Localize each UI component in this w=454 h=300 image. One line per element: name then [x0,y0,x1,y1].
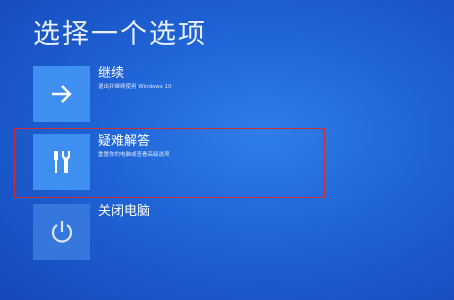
power-off-label: 关闭电脑 [98,204,151,219]
power-icon [51,221,72,243]
power-off-option[interactable]: 关闭电脑 [33,204,313,260]
arrow-right-icon [51,85,72,103]
power-off-tile[interactable] [33,204,90,260]
continue-description: 退出并继续使用 Windows 10 [98,84,172,90]
highlight-frame [14,128,325,198]
continue-label: 继续 [98,66,125,81]
page-title: 选择一个选项 [33,19,207,50]
continue-tile[interactable] [33,66,90,122]
continue-option[interactable]: 继续 退出并继续使用 Windows 10 [33,66,313,122]
